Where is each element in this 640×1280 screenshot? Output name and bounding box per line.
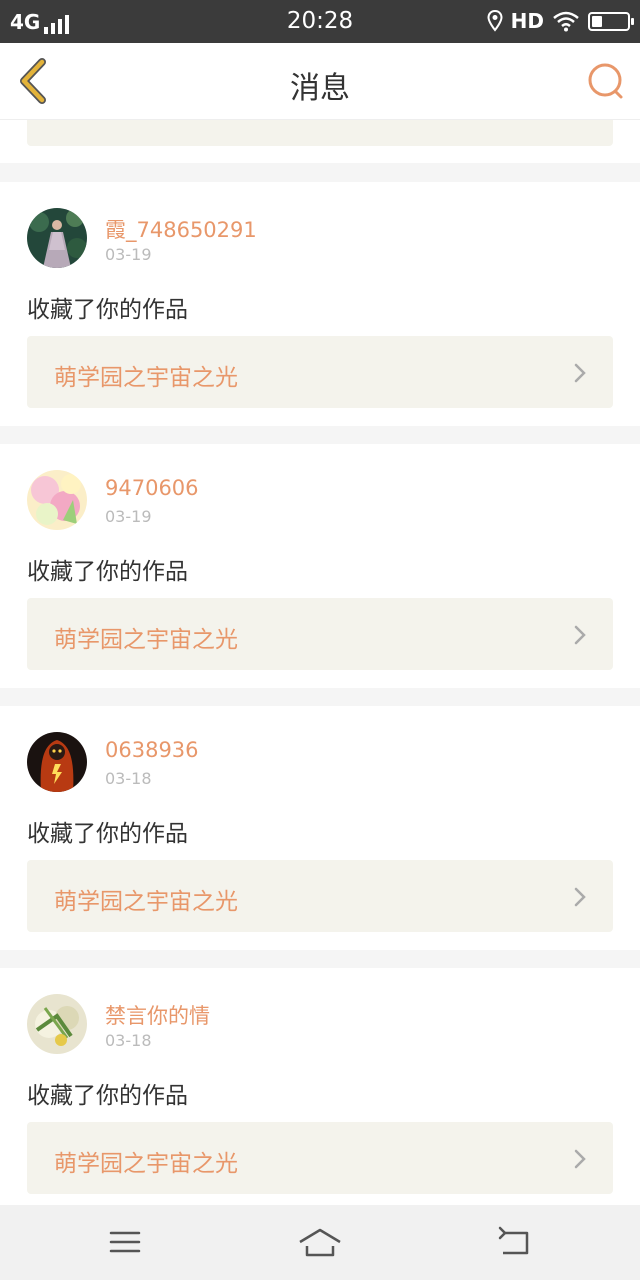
work-title: 萌学园之宇宙之光: [54, 627, 238, 653]
message-date: 03-19: [105, 507, 152, 526]
message-date: 03-18: [105, 1031, 152, 1050]
work-title: 萌学园之宇宙之光: [54, 1151, 238, 1177]
location-icon: [487, 10, 503, 32]
system-nav-bar: [0, 1205, 640, 1280]
avatar[interactable]: [27, 732, 87, 792]
message-card: 0638936 03-18 收藏了你的作品 萌学园之宇宙之光: [0, 706, 640, 950]
work-link[interactable]: 萌学园之宇宙之光: [27, 598, 613, 670]
menu-icon[interactable]: [103, 1225, 147, 1259]
back-icon[interactable]: [493, 1225, 537, 1259]
work-link[interactable]: 萌学园之宇宙之光: [27, 1122, 613, 1194]
message-list[interactable]: 霞_748650291 03-19 收藏了你的作品 萌学园之宇宙之光 94706…: [0, 120, 640, 1205]
chevron-right-icon: [574, 363, 586, 383]
work-link[interactable]: 萌学园之宇宙之光: [27, 860, 613, 932]
message-text: 收藏了你的作品: [27, 559, 188, 585]
partial-work-link[interactable]: [27, 120, 613, 146]
message-text: 收藏了你的作品: [27, 821, 188, 847]
home-icon[interactable]: [298, 1225, 342, 1259]
partial-message-card: [0, 120, 640, 163]
username[interactable]: 霞_748650291: [105, 214, 257, 244]
message-text: 收藏了你的作品: [27, 297, 188, 323]
chevron-right-icon: [574, 1149, 586, 1169]
message-card: 霞_748650291 03-19 收藏了你的作品 萌学园之宇宙之光: [0, 182, 640, 426]
chevron-right-icon: [574, 887, 586, 907]
work-title: 萌学园之宇宙之光: [54, 365, 238, 391]
page-title: 消息: [290, 71, 350, 106]
hd-label: HD: [510, 9, 544, 33]
wifi-icon: [553, 11, 579, 32]
work-title: 萌学园之宇宙之光: [54, 889, 238, 915]
chevron-right-icon: [574, 625, 586, 645]
message-card: 禁言你的情 03-18 收藏了你的作品 萌学园之宇宙之光: [0, 968, 640, 1205]
message-text: 收藏了你的作品: [27, 1083, 188, 1109]
search-icon[interactable]: [586, 61, 626, 101]
message-date: 03-18: [105, 769, 152, 788]
message-card: 9470606 03-19 收藏了你的作品 萌学园之宇宙之光: [0, 444, 640, 688]
username[interactable]: 禁言你的情: [105, 1000, 210, 1030]
avatar[interactable]: [27, 994, 87, 1054]
username[interactable]: 9470606: [105, 476, 199, 500]
status-bar: 4G 20:28 HD: [0, 0, 640, 43]
battery-icon: [588, 11, 634, 31]
avatar[interactable]: [27, 470, 87, 530]
username[interactable]: 0638936: [105, 738, 199, 762]
status-icons: HD: [487, 9, 634, 33]
app-header: 消息: [0, 43, 640, 120]
battery-fill: [592, 15, 602, 27]
message-date: 03-19: [105, 245, 152, 264]
work-link[interactable]: 萌学园之宇宙之光: [27, 336, 613, 408]
avatar[interactable]: [27, 208, 87, 268]
